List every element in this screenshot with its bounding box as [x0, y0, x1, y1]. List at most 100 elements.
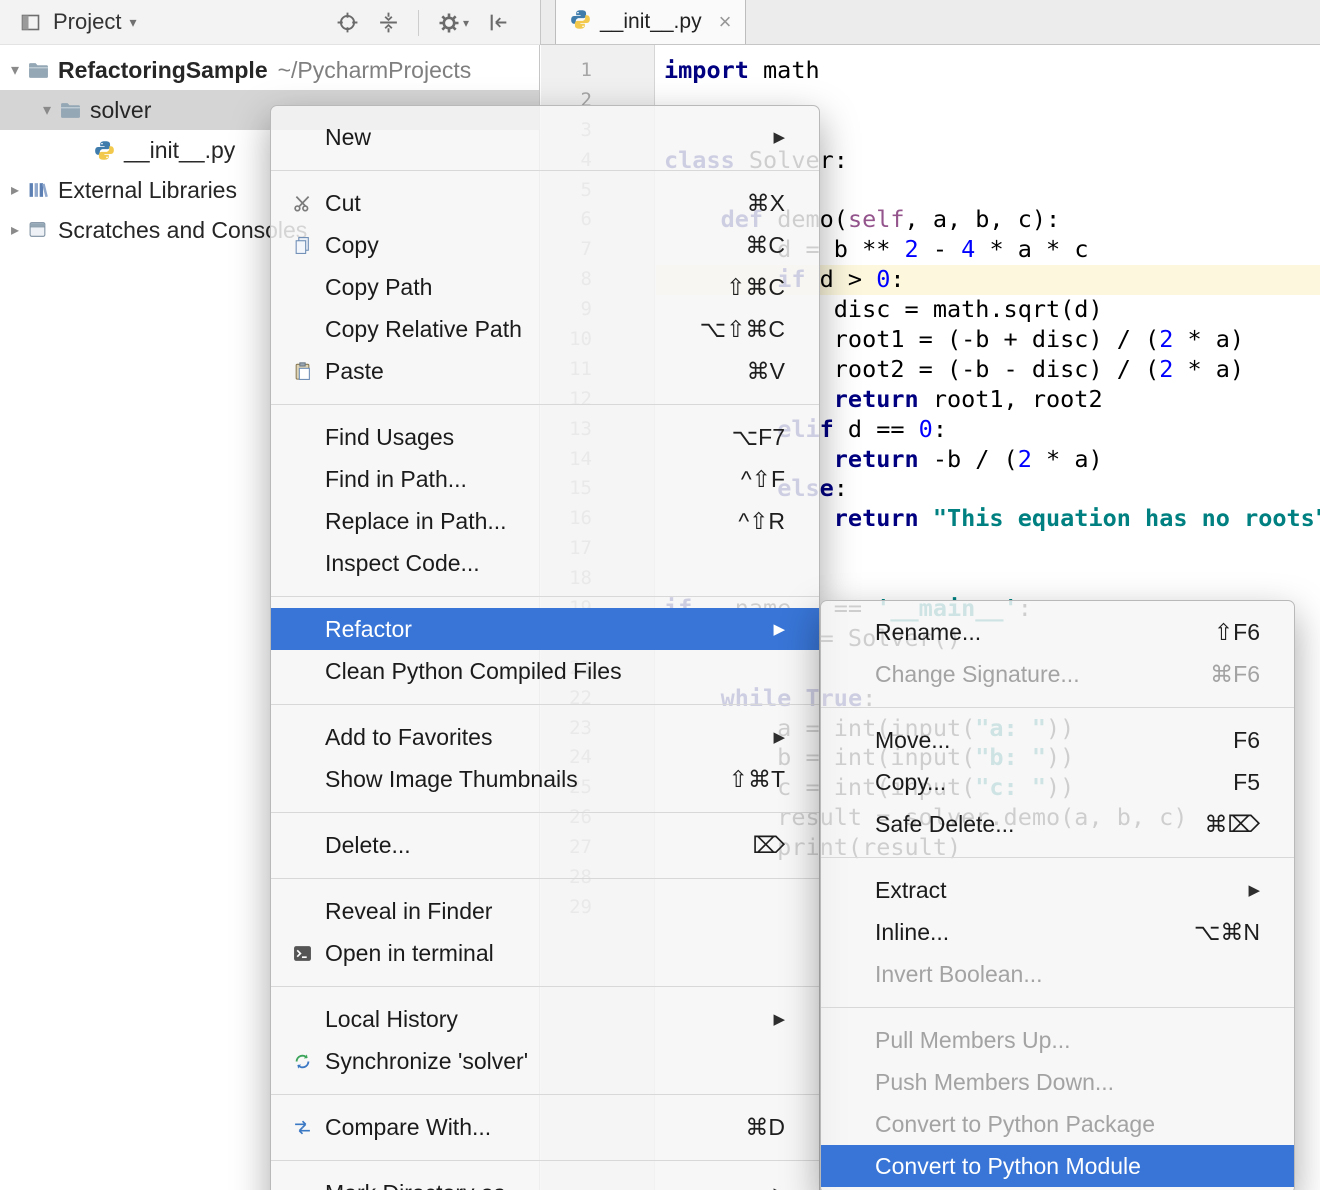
menu-divider — [821, 857, 1294, 858]
menu-item-push-members-down: Push Members Down... — [821, 1061, 1294, 1103]
menu-item-label: Copy Relative Path — [325, 316, 682, 343]
shortcut: ⌘V — [747, 358, 785, 385]
submenu-arrow-icon: ▶ — [773, 1184, 785, 1190]
menu-divider — [271, 596, 819, 597]
menu-item-compare-with[interactable]: Compare With...⌘D — [271, 1106, 819, 1148]
toolbar-divider — [418, 10, 419, 36]
line-number: 1 — [541, 56, 654, 86]
menu-item-find-in-path[interactable]: Find in Path...^⇧F — [271, 458, 819, 500]
menu-item-label: Show Image Thumbnails — [325, 766, 711, 793]
tree-item-refactoringsample[interactable]: ▾ RefactoringSample ~/PycharmProjects — [0, 50, 539, 90]
menu-item-clean-python-compiled-files[interactable]: Clean Python Compiled Files — [271, 650, 819, 692]
disclosure-icon[interactable]: ▸ — [2, 180, 28, 200]
menu-item-label: Reveal in Finder — [325, 898, 785, 925]
menu-item-mark-directory-as[interactable]: Mark Directory as ▶ — [271, 1172, 819, 1190]
menu-item-paste[interactable]: Paste⌘V — [271, 350, 819, 392]
menu-item-replace-in-path[interactable]: Replace in Path...^⇧R — [271, 500, 819, 542]
menu-divider — [271, 404, 819, 405]
menu-item-copy[interactable]: Copy...F5 — [821, 761, 1294, 803]
menu-item-show-image-thumbnails[interactable]: Show Image Thumbnails ⇧⌘T — [271, 758, 819, 800]
disclosure-icon[interactable]: ▾ — [2, 60, 28, 80]
paste-icon — [293, 362, 317, 381]
menu-item-safe-delete[interactable]: Safe Delete...⌘⌦ — [821, 803, 1294, 845]
tree-item-path: ~/PycharmProjects — [278, 57, 472, 84]
shortcut: ⌦ — [752, 832, 785, 859]
menu-item-label: Invert Boolean... — [875, 961, 1260, 988]
settings-gear-icon[interactable]: ▾ — [437, 11, 469, 35]
menu-item-label: Mark Directory as — [325, 1180, 755, 1190]
folder-icon — [60, 101, 90, 119]
shortcut: ⌘X — [747, 190, 785, 217]
collapse-all-icon[interactable] — [377, 11, 400, 34]
shortcut: ⌥⌘N — [1194, 919, 1260, 946]
menu-divider — [271, 812, 819, 813]
close-icon[interactable]: × — [719, 11, 732, 33]
hide-panel-icon[interactable] — [487, 11, 510, 34]
menu-item-find-usages[interactable]: Find Usages ⌥F7 — [271, 416, 819, 458]
menu-item-label: Safe Delete... — [875, 811, 1186, 838]
menu-item-copy-path[interactable]: Copy Path⇧⌘C — [271, 266, 819, 308]
menu-item-label: Add to Favorites — [325, 724, 755, 751]
editor-tab-bar: __init__.py × — [540, 0, 1320, 45]
menu-item-inline[interactable]: Inline...⌥⌘N — [821, 911, 1294, 953]
shortcut: ^⇧R — [738, 508, 785, 535]
project-panel-toolbar: ▾ — [336, 0, 510, 45]
locate-icon[interactable] — [336, 11, 359, 34]
menu-divider — [271, 878, 819, 879]
menu-item-inspect-code[interactable]: Inspect Code... — [271, 542, 819, 584]
menu-item-label: Pull Members Up... — [875, 1027, 1260, 1054]
menu-item-refactor[interactable]: Refactor▶ — [271, 608, 819, 650]
menu-item-copy-relative-path[interactable]: Copy Relative Path⌥⇧⌘C — [271, 308, 819, 350]
disclosure-icon[interactable]: ▾ — [34, 100, 60, 120]
compare-icon — [293, 1118, 317, 1137]
shortcut: F6 — [1233, 727, 1260, 754]
menu-item-local-history[interactable]: Local History ▶ — [271, 998, 819, 1040]
menu-item-convert-to-python-module[interactable]: Convert to Python Module — [821, 1145, 1294, 1187]
project-panel-header: Project ▾ ▾ — [0, 0, 540, 45]
menu-divider — [271, 170, 819, 171]
shortcut: ⇧F6 — [1214, 619, 1260, 646]
menu-item-label: Local History — [325, 1006, 755, 1033]
menu-item-label: Refactor — [325, 616, 755, 643]
tree-item-label: __init__.py — [124, 137, 235, 164]
tab-init-py[interactable]: __init__.py × — [555, 0, 746, 44]
menu-divider — [271, 1094, 819, 1095]
menu-item-open-in-terminal[interactable]: Open in terminal — [271, 932, 819, 974]
chevron-down-icon[interactable]: ▾ — [129, 14, 136, 31]
menu-item-label: Synchronize 'solver' — [325, 1048, 785, 1075]
menu-item-delete[interactable]: Delete...⌦ — [271, 824, 819, 866]
menu-item-pull-members-up: Pull Members Up... — [821, 1019, 1294, 1061]
menu-item-copy[interactable]: Copy⌘C — [271, 224, 819, 266]
scissors-icon — [293, 194, 317, 213]
shortcut: ⇧⌘T — [729, 766, 785, 793]
menu-item-label: Clean Python Compiled Files — [325, 658, 785, 685]
submenu-arrow-icon: ▶ — [1248, 881, 1260, 899]
library-icon — [28, 180, 58, 200]
sync-icon — [293, 1052, 317, 1071]
submenu-arrow-icon: ▶ — [773, 1010, 785, 1028]
menu-item-convert-to-python-package: Convert to Python Package — [821, 1103, 1294, 1145]
menu-item-move[interactable]: Move...F6 — [821, 719, 1294, 761]
python-icon — [570, 9, 591, 36]
tree-item-label: RefactoringSample — [58, 57, 268, 84]
project-view-selector[interactable]: Project — [53, 9, 121, 35]
refactor-submenu: Rename...⇧F6Change Signature...⌘F6Move..… — [820, 600, 1295, 1190]
tree-item-label: solver — [90, 97, 151, 124]
menu-item-new[interactable]: New▶ — [271, 116, 819, 158]
submenu-arrow-icon: ▶ — [773, 128, 785, 146]
menu-item-label: Rename... — [875, 619, 1196, 646]
menu-item-label: Find Usages — [325, 424, 714, 451]
context-menu: New▶Cut⌘XCopy⌘CCopy Path⇧⌘CCopy Relative… — [270, 105, 820, 1190]
menu-item-label: Cut — [325, 190, 729, 217]
menu-item-add-to-favorites[interactable]: Add to Favorites▶ — [271, 716, 819, 758]
project-tool-window-icon — [20, 12, 41, 33]
menu-item-rename[interactable]: Rename... ⇧F6 — [821, 611, 1294, 653]
menu-item-synchronize-solver[interactable]: Synchronize 'solver' — [271, 1040, 819, 1082]
menu-item-reveal-in-finder[interactable]: Reveal in Finder — [271, 890, 819, 932]
menu-item-label: Change Signature... — [875, 661, 1192, 688]
disclosure-icon[interactable]: ▸ — [2, 220, 28, 240]
shortcut: ⌥F7 — [732, 424, 785, 451]
menu-item-cut[interactable]: Cut ⌘X — [271, 182, 819, 224]
python-icon — [94, 140, 124, 161]
menu-item-extract[interactable]: Extract▶ — [821, 869, 1294, 911]
